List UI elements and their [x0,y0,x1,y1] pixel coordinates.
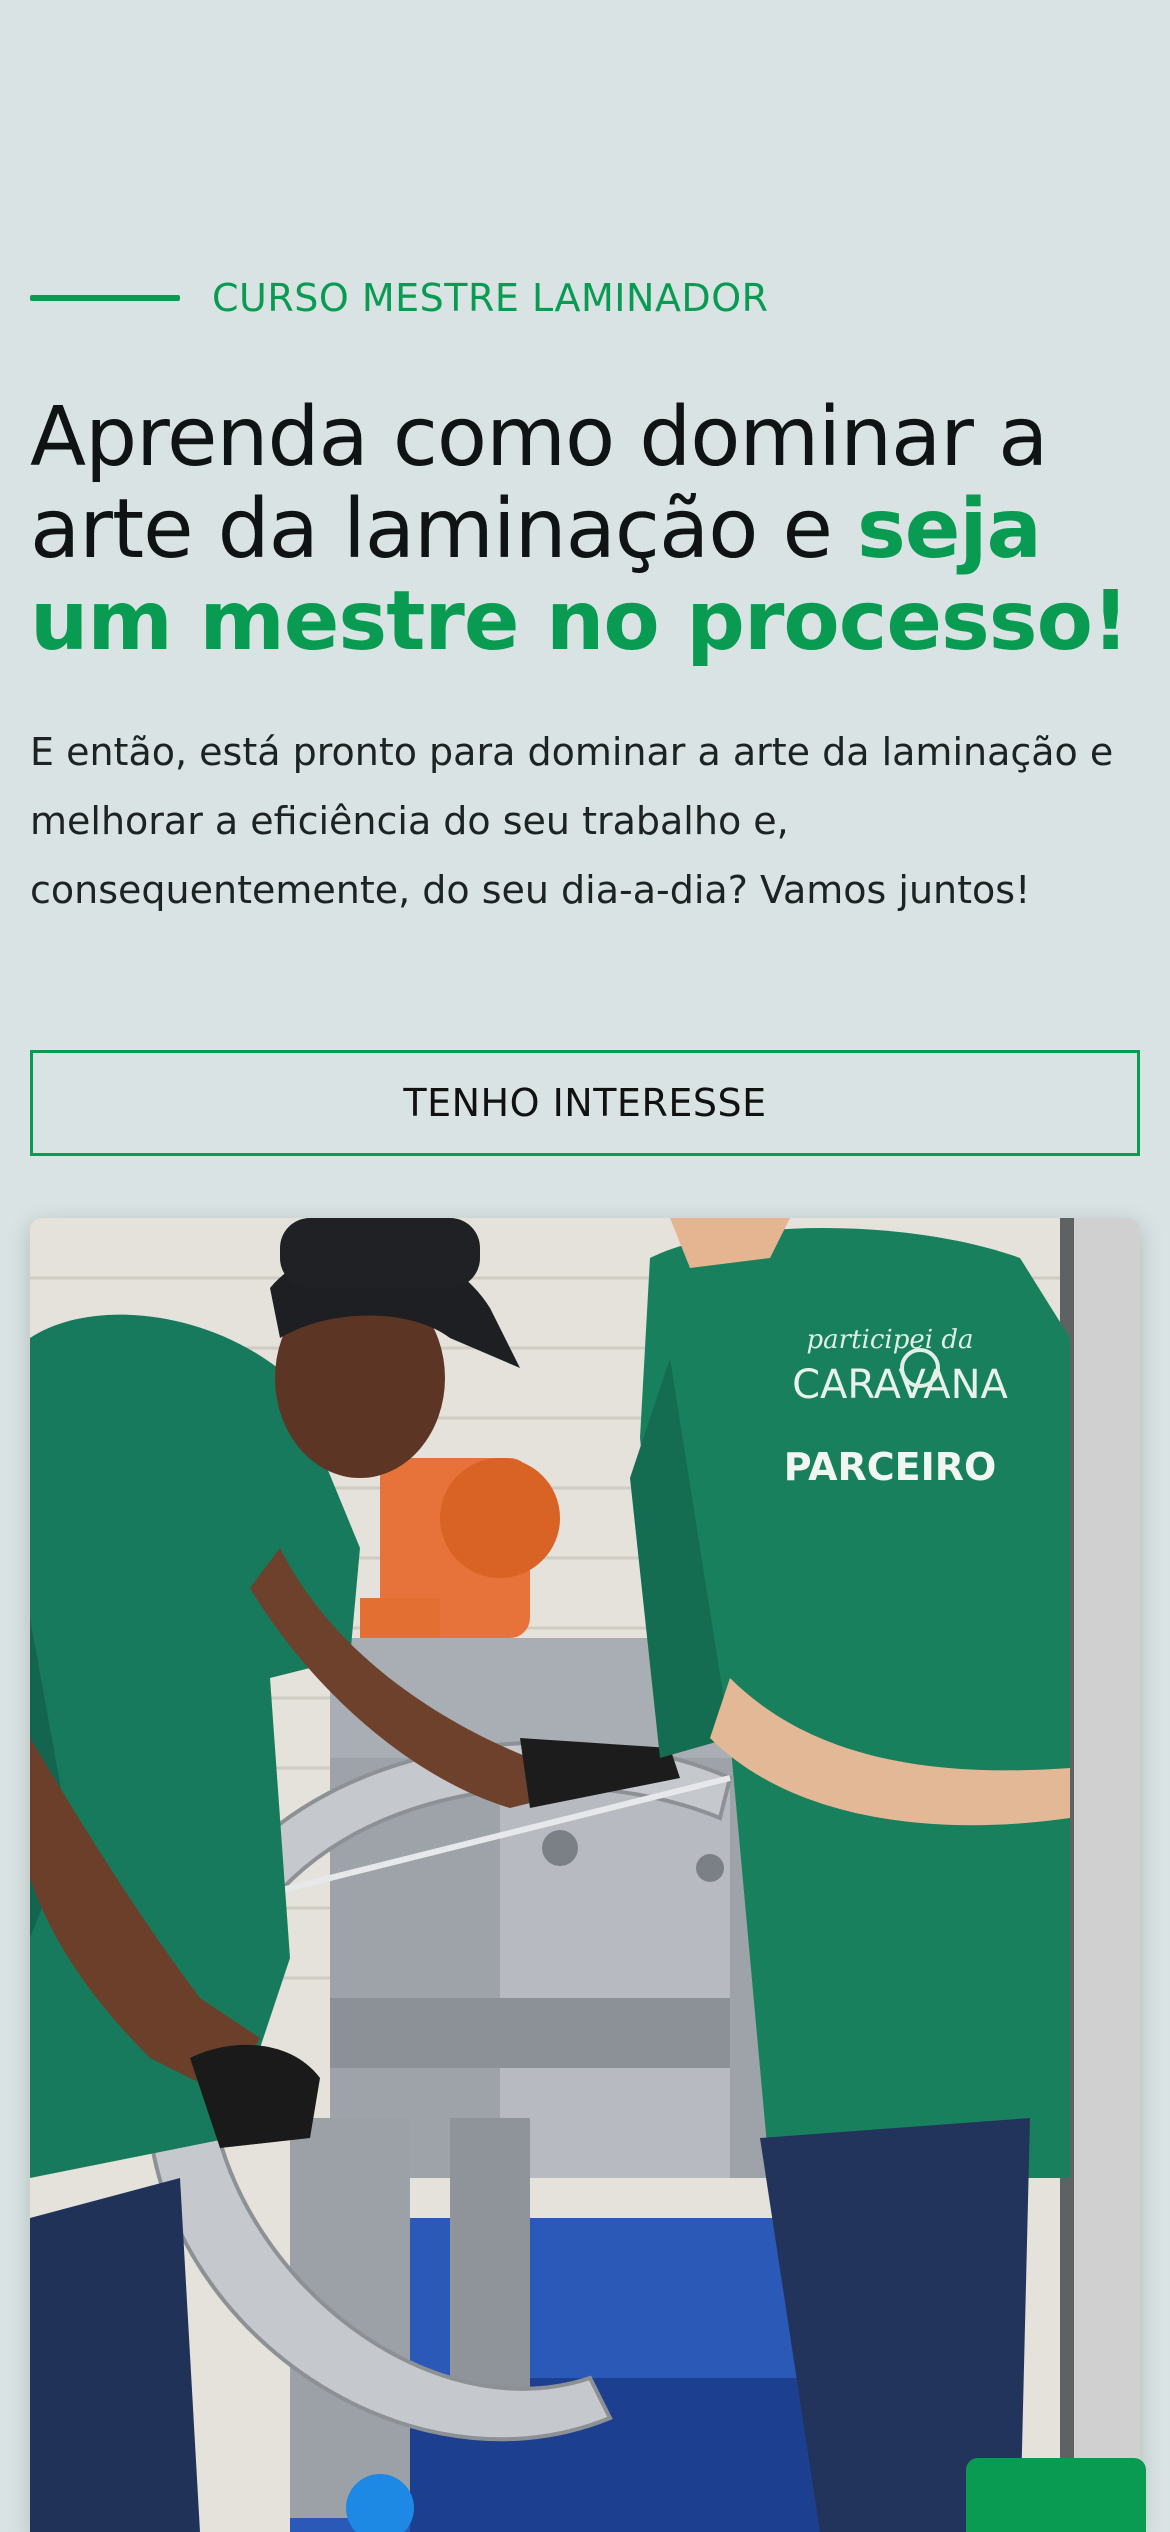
page-title: Aprenda como dominar a arte da laminação… [30,392,1140,668]
shirt-print-line3: PARCEIRO [784,1445,997,1489]
course-eyebrow: CURSO MESTRE LAMINADOR [30,270,769,326]
lead-paragraph: E então, está pronto para dominar a arte… [30,730,1114,912]
eyebrow-label: CURSO MESTRE LAMINADOR [212,276,769,320]
floating-action-button[interactable] [966,2458,1146,2532]
workshop-photo-illustration: participei da CARAVANA PARCEIRO [30,1218,1140,2532]
landing-page: CURSO MESTRE LAMINADOR Aprenda como domi… [0,0,1170,2532]
course-photo: participei da CARAVANA PARCEIRO [30,1218,1140,2532]
interest-button[interactable]: TENHO INTERESSE [30,1050,1140,1156]
shirt-print-line1: participei da [807,1325,974,1355]
eyebrow-divider-line [30,295,180,301]
